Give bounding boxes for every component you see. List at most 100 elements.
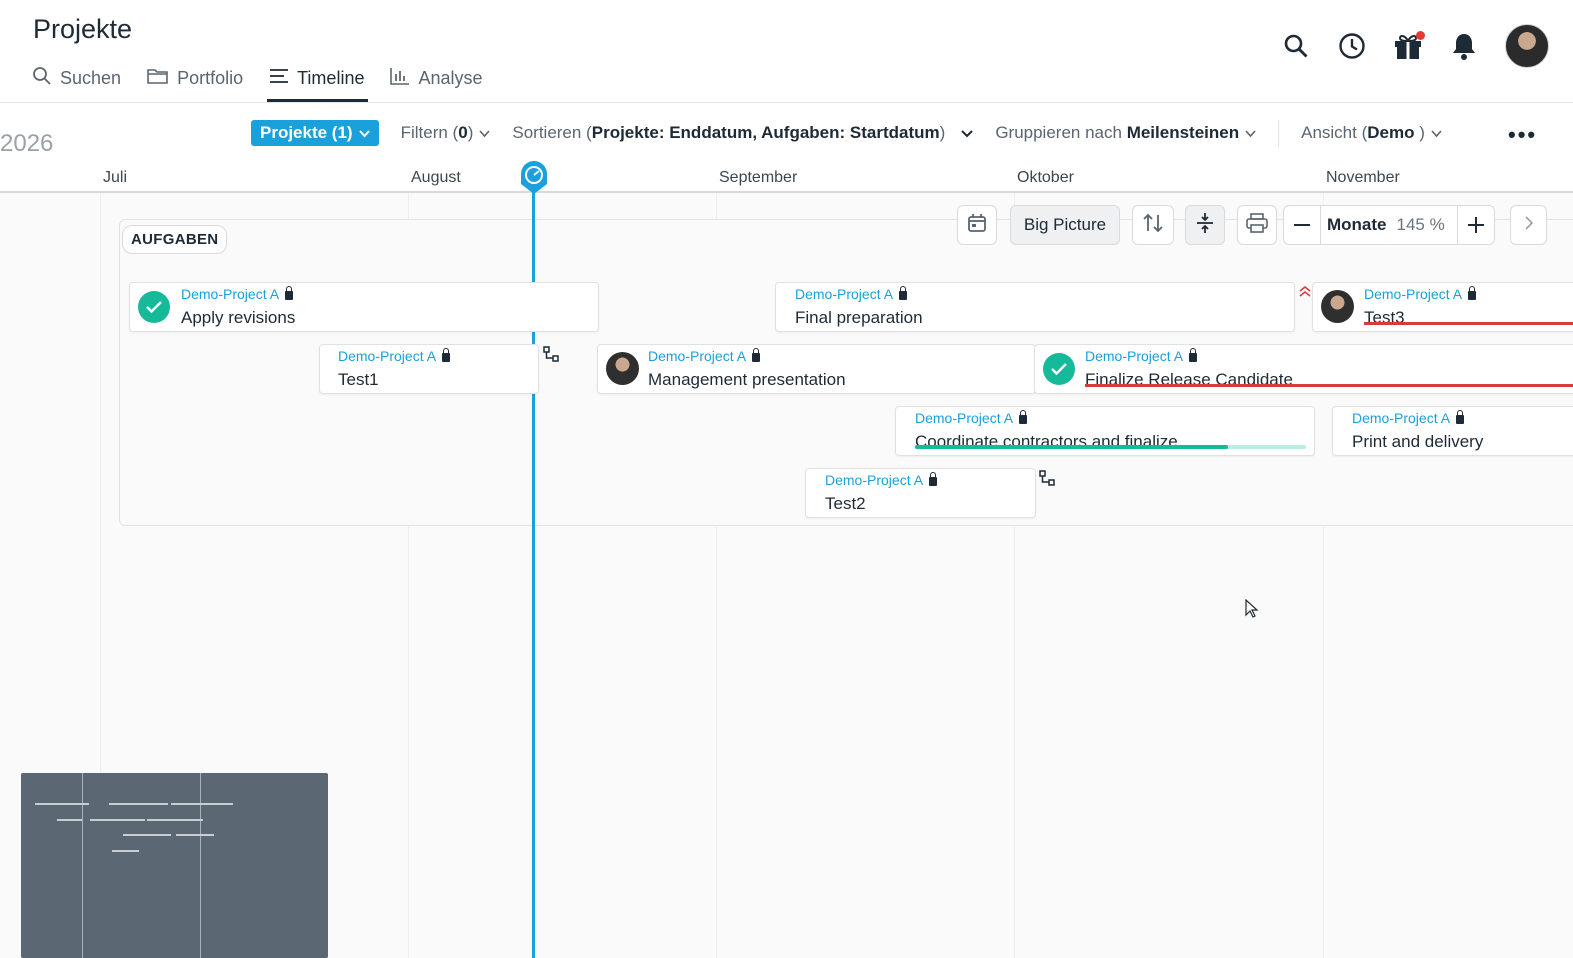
minimap-task	[147, 819, 203, 821]
tab-label: Suchen	[60, 67, 122, 88]
big-picture-button[interactable]: Big Picture	[1010, 205, 1120, 245]
chevron-down-icon	[1431, 123, 1442, 143]
group-button[interactable]: Gruppieren nach Meilensteinen	[995, 123, 1256, 143]
tab-portfolio[interactable]: Portfolio	[145, 62, 255, 94]
task-project[interactable]: Demo-Project A	[1364, 286, 1477, 302]
zoom-in-button[interactable]	[1458, 206, 1494, 244]
tab-label: Timeline	[297, 67, 365, 88]
minimap-grid-line	[200, 773, 201, 958]
projects-button[interactable]: Projekte (1)	[251, 120, 379, 146]
month-label: September	[719, 169, 798, 186]
bar-chart-icon	[390, 67, 410, 90]
assignee-avatar[interactable]	[1321, 290, 1354, 323]
lock-icon	[899, 286, 908, 300]
task-card[interactable]: Demo-Project A Test3	[1312, 282, 1573, 332]
minimap-task	[109, 803, 168, 805]
minimap-grid-line	[82, 773, 83, 958]
view-prefix: Ansicht (	[1301, 123, 1368, 142]
view-button[interactable]: Ansicht (Demo )	[1301, 123, 1442, 143]
task-name: Test1	[338, 370, 379, 389]
timeline-minimap[interactable]	[21, 773, 328, 958]
history-icon[interactable]	[1337, 31, 1367, 61]
task-card[interactable]: Demo-Project A Apply revisions	[129, 282, 599, 332]
print-button[interactable]	[1237, 205, 1277, 245]
task-name: Test2	[825, 494, 866, 513]
chevron-right-icon	[1524, 215, 1533, 235]
scroll-right-button[interactable]	[1510, 205, 1547, 245]
task-project[interactable]: Demo-Project A	[915, 410, 1028, 426]
minimap-task	[57, 819, 82, 821]
task-name: Finalize Release Candidate	[1085, 370, 1293, 389]
task-name: Final preparation	[795, 308, 923, 327]
notification-dot	[1416, 31, 1425, 40]
search-icon[interactable]	[1281, 31, 1311, 61]
calendar-icon	[967, 213, 987, 238]
task-project[interactable]: Demo-Project A	[181, 286, 294, 302]
sort-prefix: Sortieren (	[512, 123, 592, 142]
month-label: Juli	[103, 169, 128, 186]
timeline-toolbar: Projekte (1) Filtern (0) Sortieren (Proj…	[251, 120, 1442, 146]
lock-icon	[1189, 348, 1198, 362]
task-project[interactable]: Demo-Project A	[1085, 348, 1198, 364]
task-project[interactable]: Demo-Project A	[648, 348, 761, 364]
task-card[interactable]: Demo-Project A Management presentation	[597, 344, 1036, 394]
month-label: August	[411, 169, 461, 186]
view-value: Demo	[1367, 123, 1415, 142]
filter-count: 0	[458, 123, 468, 142]
group-value: Meilensteinen	[1126, 123, 1240, 142]
minimap-task	[171, 803, 233, 805]
printer-icon	[1246, 212, 1268, 238]
task-project[interactable]: Demo-Project A	[338, 348, 451, 364]
task-name: Coordinate contractors and finalize	[915, 432, 1178, 451]
filter-button[interactable]: Filtern (0)	[401, 123, 491, 143]
header-divider	[0, 102, 1573, 103]
filter-prefix: Filtern (	[400, 123, 459, 142]
task-card[interactable]: Demo-Project A Final preparation	[775, 282, 1295, 332]
task-card[interactable]: Demo-Project A Finalize Release Candidat…	[1034, 344, 1573, 394]
lock-icon	[1468, 286, 1477, 300]
tab-timeline[interactable]: Timeline	[267, 62, 376, 102]
compress-icon	[1195, 212, 1215, 239]
view-suffix: )	[1414, 123, 1425, 142]
progress-fill	[915, 445, 1228, 449]
dependency-icon[interactable]	[543, 346, 559, 367]
sort-button[interactable]: Sortieren (Projekte: Enddatum, Aufgaben:…	[512, 123, 974, 143]
zoom-control: Monate 145 %	[1283, 205, 1495, 245]
task-project[interactable]: Demo-Project A	[825, 472, 938, 488]
tab-analyse[interactable]: Analyse	[388, 62, 494, 94]
task-card[interactable]: Demo-Project A Test1	[319, 344, 539, 394]
gift-icon[interactable]	[1393, 31, 1425, 61]
assignee-avatar[interactable]	[606, 352, 639, 385]
toolbar-divider	[1278, 120, 1280, 146]
calendar-button[interactable]	[957, 205, 997, 245]
minimap-task	[112, 850, 139, 852]
zoom-percent: 145 %	[1397, 206, 1458, 244]
filter-suffix: )	[467, 123, 474, 142]
tab-suchen[interactable]: Suchen	[30, 62, 133, 94]
task-card[interactable]: Demo-Project A Coordinate contractors an…	[895, 406, 1315, 456]
group-label: AUFGABEN	[122, 225, 228, 254]
task-card[interactable]: Demo-Project A Print and delivery	[1332, 406, 1573, 456]
chevron-down-icon	[358, 123, 370, 143]
search-icon	[32, 66, 52, 91]
lock-icon	[442, 348, 451, 362]
main-tabs: Suchen Portfolio Timeline Analyse	[30, 62, 507, 102]
bell-icon[interactable]	[1449, 31, 1479, 61]
task-project[interactable]: Demo-Project A	[1352, 410, 1465, 426]
more-options-button[interactable]: •••	[1508, 122, 1537, 148]
tab-label: Analyse	[418, 67, 483, 88]
zoom-unit-label[interactable]: Monate	[1320, 206, 1397, 244]
user-avatar[interactable]	[1505, 24, 1549, 68]
today-marker-icon[interactable]	[520, 160, 548, 196]
year-label: 2026	[0, 130, 54, 157]
task-project[interactable]: Demo-Project A	[795, 286, 908, 302]
zoom-out-button[interactable]	[1284, 206, 1320, 244]
swap-button[interactable]	[1132, 205, 1174, 245]
dependency-icon[interactable]	[1039, 470, 1055, 491]
task-name: Test3	[1364, 308, 1405, 327]
compress-button[interactable]	[1185, 205, 1225, 245]
task-card[interactable]: Demo-Project A Test2	[805, 468, 1036, 518]
sort-value: Projekte: Enddatum, Aufgaben: Startdatum	[591, 123, 940, 142]
lock-icon	[1019, 410, 1028, 424]
minimap-task	[176, 834, 214, 836]
